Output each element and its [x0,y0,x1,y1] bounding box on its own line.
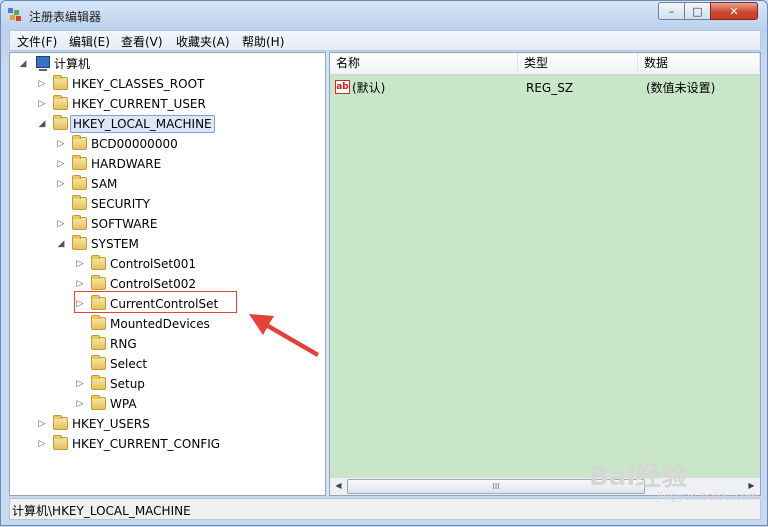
registry-editor-window: 注册表编辑器 – □ ✕ 文件(F) 编辑(E) 查看(V) 收藏夹(A) 帮助… [0,0,768,526]
annotation-arrow-icon [249,314,319,357]
watermark-logo: Bai经验 [589,462,688,492]
watermark-url: jingyan.baidu.com [657,490,759,503]
